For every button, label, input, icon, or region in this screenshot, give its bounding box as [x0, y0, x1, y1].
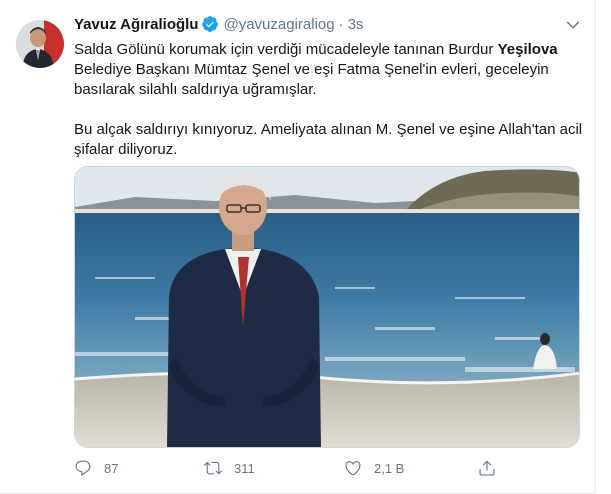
divider	[595, 0, 596, 494]
avatar-image	[16, 20, 64, 68]
reply-icon	[75, 460, 91, 476]
like-icon	[345, 461, 361, 476]
tweet-header: Yavuz Ağıralioğlu @yavuzagiraliog · 3s	[74, 14, 363, 34]
photo	[75, 167, 579, 447]
share-icon	[479, 460, 495, 476]
reply-count: 87	[104, 460, 119, 476]
tweet-paragraph: Bu alçak saldırıyı kınıyoruz. Ameliyata …	[74, 121, 583, 158]
avatar[interactable]	[16, 20, 64, 68]
reply-button[interactable]: 87	[74, 458, 118, 478]
timestamp[interactable]: 3s	[348, 16, 364, 33]
tweet-actions: 87 311 2,1 B	[74, 458, 544, 478]
verified-badge-icon	[202, 16, 219, 32]
author-name[interactable]: Yavuz Ağıralioğlu	[74, 16, 198, 33]
tweet-card[interactable]: Yavuz Ağıralioğlu @yavuzagiraliog · 3s S…	[0, 0, 611, 494]
tweet-paragraph: Salda Gölünü korumak için verdiği mücade…	[74, 40, 584, 100]
separator: ·	[338, 15, 344, 33]
tweet-media-image[interactable]	[74, 166, 580, 448]
text-bold: Yeşilova	[497, 41, 558, 58]
author-handle[interactable]: @yavuzagiraliog	[223, 16, 334, 33]
like-button[interactable]: 2,1 B	[344, 458, 404, 478]
retweet-button[interactable]: 311	[204, 458, 255, 478]
retweet-count: 311	[234, 460, 255, 476]
tweet-text: Salda Gölünü korumak için verdiği mücade…	[74, 40, 584, 160]
share-button[interactable]	[478, 458, 508, 478]
retweet-icon	[204, 461, 222, 475]
text-span: Salda Gölünü korumak için verdiği mücade…	[74, 41, 498, 58]
like-count: 2,1 B	[374, 460, 405, 476]
text-span: Belediye Başkanı Mümtaz Şenel ve eşi Fat…	[74, 61, 549, 98]
chevron-down-icon[interactable]	[564, 16, 582, 34]
